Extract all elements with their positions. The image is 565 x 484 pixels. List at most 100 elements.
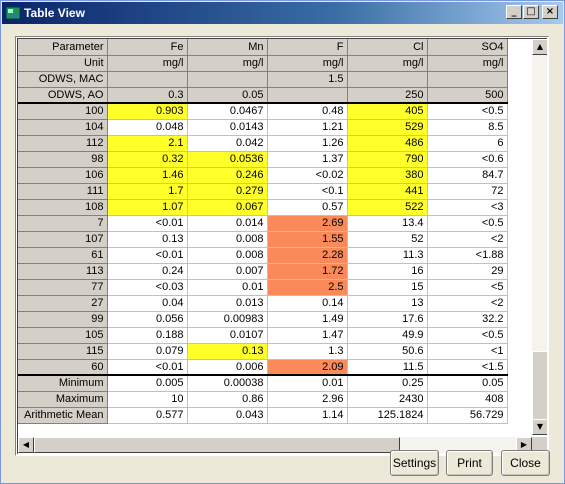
table-row[interactable]: 7 <0.01 0.014 2.69 13.4 <0.5 <box>18 215 508 232</box>
scroll-up-button[interactable]: ▲ <box>532 39 547 55</box>
value-cell: 32.2 <box>427 311 508 328</box>
value-cell: 0.246 <box>187 167 268 184</box>
print-button[interactable]: Print <box>446 450 493 476</box>
value-cell: 11.5 <box>347 359 428 376</box>
sample-id: 104 <box>18 119 108 136</box>
sample-id: 115 <box>18 343 108 360</box>
value-cell: 0.13 <box>107 231 188 248</box>
table-row[interactable]: 112 2.1 0.042 1.26 486 6 <box>18 135 508 152</box>
table-row[interactable]: 99 0.056 0.00983 1.49 17.6 32.2 <box>18 311 508 328</box>
standard-cell: 0.05 <box>187 87 268 104</box>
data-grid[interactable]: Parameter Fe Mn F Cl SO4 Unit mg/l mg/l mg/l mg/l m… <box>15 36 549 456</box>
table-row[interactable]: 111 1.7 0.279 <0.1 441 72 <box>18 183 508 200</box>
summary-cell: 0.577 <box>107 407 188 424</box>
summary-row: Maximum 10 0.86 2.96 2430 408 <box>18 391 508 408</box>
scroll-left-button[interactable]: ◀ <box>18 437 34 453</box>
standard-cell: mg/l <box>267 55 348 72</box>
table-row[interactable]: 100 0.903 0.0467 0.48 405 <0.5 <box>18 103 508 120</box>
sample-id: 98 <box>18 151 108 168</box>
scroll-down-button[interactable]: ▼ <box>532 419 547 435</box>
value-cell: <1.5 <box>427 359 508 376</box>
value-cell: 0.007 <box>187 263 268 280</box>
value-cell: 441 <box>347 183 428 200</box>
row-label: Unit <box>18 55 108 72</box>
value-cell: 0.067 <box>187 199 268 216</box>
horizontal-scroll-thumb[interactable] <box>34 437 400 453</box>
value-cell: <0.5 <box>427 103 508 120</box>
value-cell: 1.26 <box>267 135 348 152</box>
column-header: Fe <box>107 39 188 56</box>
table-row[interactable]: 113 0.24 0.007 1.72 16 29 <box>18 263 508 280</box>
vertical-scroll-thumb[interactable] <box>532 351 547 421</box>
standard-cell: mg/l <box>347 55 428 72</box>
maximize-button[interactable]: □ <box>523 5 539 19</box>
window-title: Table View <box>24 6 85 20</box>
table-row[interactable]: 104 0.048 0.0143 1.21 529 8.5 <box>18 119 508 136</box>
table-row[interactable]: 115 0.079 0.13 1.3 50.6 <1 <box>18 343 508 360</box>
table-row[interactable]: 98 0.32 0.0536 1.37 790 <0.6 <box>18 151 508 168</box>
summary-label: Minimum <box>18 375 108 392</box>
column-header: Mn <box>187 39 268 56</box>
standard-cell <box>347 71 428 88</box>
table-row[interactable]: 108 1.07 0.067 0.57 522 <3 <box>18 199 508 216</box>
standard-cell <box>267 87 348 104</box>
value-cell: 2.69 <box>267 215 348 232</box>
value-cell: 0.903 <box>107 103 188 120</box>
close-button[interactable]: Close <box>501 450 550 476</box>
standard-cell: mg/l <box>427 55 508 72</box>
value-cell: 1.7 <box>107 183 188 200</box>
value-cell: <0.1 <box>267 183 348 200</box>
value-cell: 1.07 <box>107 199 188 216</box>
sample-id: 111 <box>18 183 108 200</box>
table-row[interactable]: 27 0.04 0.013 0.14 13 <2 <box>18 295 508 312</box>
value-cell: 0.0536 <box>187 151 268 168</box>
value-cell: <0.01 <box>107 215 188 232</box>
table-row[interactable]: 61 <0.01 0.008 2.28 11.3 <1.88 <box>18 247 508 264</box>
value-cell: <0.01 <box>107 247 188 264</box>
summary-cell: 408 <box>427 391 508 408</box>
table-row[interactable]: 105 0.188 0.0107 1.47 49.9 <0.5 <box>18 327 508 344</box>
grid-viewport: Parameter Fe Mn F Cl SO4 Unit mg/l mg/l mg/l mg/l m… <box>17 38 547 454</box>
value-cell: 0.188 <box>107 327 188 344</box>
settings-button[interactable]: Settings <box>390 450 439 476</box>
value-cell: 1.21 <box>267 119 348 136</box>
column-header: Parameter <box>18 39 108 56</box>
value-cell: 16 <box>347 263 428 280</box>
sample-id: 77 <box>18 279 108 296</box>
table-row[interactable]: 107 0.13 0.008 1.55 52 <2 <box>18 231 508 248</box>
standard-cell: 250 <box>347 87 428 104</box>
table-view-app-icon <box>6 7 20 19</box>
standard-cell: mg/l <box>187 55 268 72</box>
summary-cell: 0.05 <box>427 375 508 392</box>
standard-cell <box>107 71 188 88</box>
summary-label: Arithmetic Mean <box>18 407 108 424</box>
summary-cell: 56.729 <box>427 407 508 424</box>
table-row[interactable]: 77 <0.03 0.01 2.5 15 <5 <box>18 279 508 296</box>
value-cell: 0.0107 <box>187 327 268 344</box>
summary-cell: 2430 <box>347 391 428 408</box>
value-cell: 0.32 <box>107 151 188 168</box>
minimize-button[interactable]: _ <box>506 5 522 19</box>
value-cell: <2 <box>427 295 508 312</box>
table-row[interactable]: 60 <0.01 0.006 2.09 11.5 <1.5 <box>18 359 508 376</box>
value-cell: <3 <box>427 199 508 216</box>
standard-row: Unit mg/l mg/l mg/l mg/l mg/l <box>18 55 508 72</box>
row-label: ODWS, AO <box>18 87 108 104</box>
column-header: F <box>267 39 348 56</box>
vertical-scrollbar[interactable]: ▲ ▼ <box>532 39 547 435</box>
value-cell: 11.3 <box>347 247 428 264</box>
value-cell: 0.279 <box>187 183 268 200</box>
standard-cell: 500 <box>427 87 508 104</box>
title-bar[interactable]: Table View _ □ × <box>2 2 563 24</box>
value-cell: 2.5 <box>267 279 348 296</box>
value-cell: 8.5 <box>427 119 508 136</box>
value-cell: 84.7 <box>427 167 508 184</box>
value-cell: 1.72 <box>267 263 348 280</box>
value-cell: 50.6 <box>347 343 428 360</box>
table-row[interactable]: 106 1.46 0.246 <0.02 380 84.7 <box>18 167 508 184</box>
value-cell: <0.01 <box>107 359 188 376</box>
value-cell: 0.04 <box>107 295 188 312</box>
value-cell: <0.5 <box>427 327 508 344</box>
close-window-button[interactable]: × <box>542 5 558 19</box>
column-header-row: Parameter Fe Mn F Cl SO4 <box>18 39 508 56</box>
